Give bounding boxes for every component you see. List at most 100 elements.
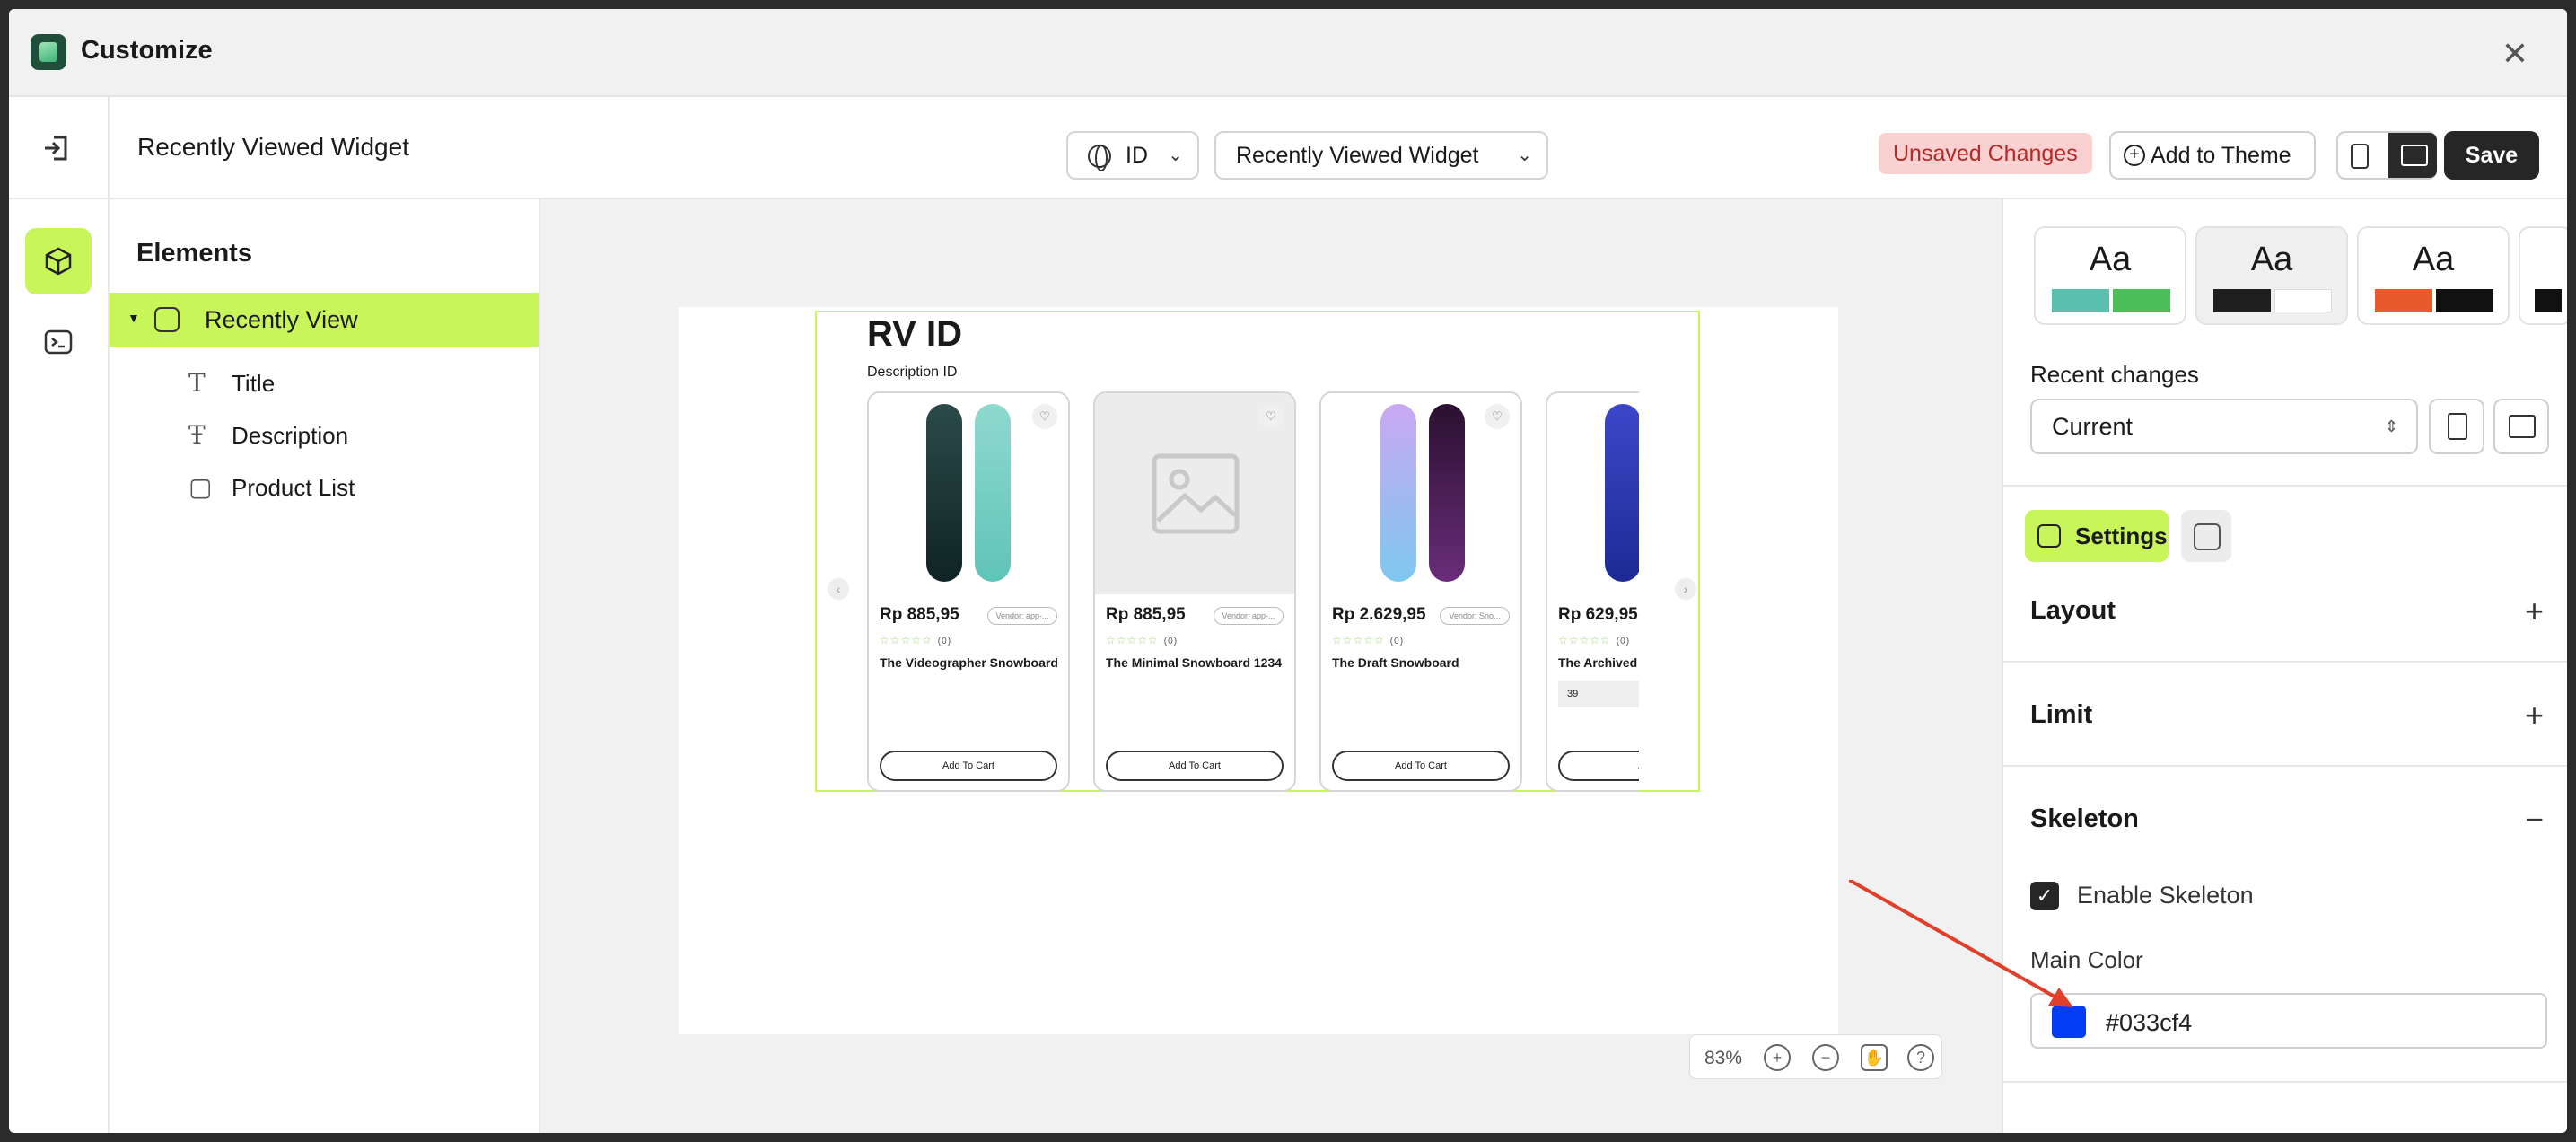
text-icon: T bbox=[188, 368, 206, 398]
tree-item-label: Recently View bbox=[205, 306, 358, 333]
plus-icon[interactable]: + bbox=[2525, 697, 2544, 734]
recent-changes-select[interactable]: Current ⇕ bbox=[2030, 399, 2418, 454]
rating-count: (0) bbox=[937, 637, 952, 646]
zoom-out-icon[interactable]: − bbox=[1812, 1044, 1839, 1071]
chevron-down-icon: ⌄ bbox=[1168, 145, 1183, 165]
main-color-field[interactable]: #033cf4 bbox=[2030, 993, 2547, 1049]
device-toggle bbox=[2336, 131, 2437, 180]
add-to-cart-button[interactable]: Add To Cart bbox=[880, 751, 1057, 781]
divider bbox=[2003, 765, 2567, 767]
paragraph-icon: Ŧ bbox=[188, 420, 206, 450]
exit-icon[interactable] bbox=[41, 133, 72, 163]
tree-item-label: Title bbox=[232, 370, 276, 397]
section-title: Layout bbox=[2030, 596, 2116, 625]
product-card[interactable]: ♡ Rp 2.629,95 Vendor: Sno... ☆☆☆☆☆ (0) Th… bbox=[1319, 391, 1522, 792]
tree-item-recently-view[interactable]: ▼ Recently View bbox=[110, 293, 539, 347]
code-tab[interactable] bbox=[25, 309, 92, 375]
translate-tab-icon[interactable] bbox=[2181, 510, 2231, 562]
updown-chevron-icon: ⇕ bbox=[2384, 417, 2398, 435]
tree-item-description[interactable]: Ŧ Description bbox=[110, 409, 539, 460]
zoom-in-icon[interactable]: + bbox=[1764, 1044, 1791, 1071]
main-color-value[interactable]: #033cf4 bbox=[2106, 1009, 2192, 1037]
star-rating: ☆☆☆☆☆ (0) bbox=[1558, 634, 1631, 646]
help-icon[interactable]: ? bbox=[1907, 1044, 1934, 1071]
wishlist-heart-icon[interactable]: ♡ bbox=[1032, 404, 1057, 429]
save-button[interactable]: Save bbox=[2444, 131, 2539, 180]
add-to-theme-button[interactable]: + Add to Theme bbox=[2109, 131, 2316, 180]
rail-header bbox=[9, 97, 110, 199]
upload-box-icon bbox=[2509, 415, 2536, 438]
section-skeleton[interactable]: Skeleton − bbox=[2030, 801, 2551, 838]
language-select[interactable]: ID ⌄ bbox=[1066, 131, 1199, 180]
preview-frame: RV ID Description ID ‹ › ♡ Rp 885,95 Ven… bbox=[679, 307, 1838, 1034]
product-name[interactable]: The Videographer Snowboard bbox=[880, 655, 1059, 671]
theme-preset[interactable]: Aa bbox=[2195, 226, 2348, 325]
product-price: Rp 885,95 bbox=[880, 605, 959, 624]
widget-title: RV ID bbox=[867, 314, 962, 354]
terminal-icon bbox=[44, 329, 73, 355]
annotation-arrow bbox=[1849, 880, 2073, 1007]
recent-changes-value: Current bbox=[2052, 413, 2134, 440]
theme-sample: Aa bbox=[2412, 241, 2455, 278]
snowboard-image bbox=[975, 404, 1011, 582]
theme-swatch bbox=[2052, 289, 2109, 312]
template-value: Recently Viewed Widget bbox=[1236, 143, 1479, 168]
export-button[interactable] bbox=[2493, 399, 2549, 454]
carousel-next-icon[interactable]: › bbox=[1675, 578, 1696, 600]
section-limit[interactable]: Limit + bbox=[2030, 697, 2551, 734]
elements-tab[interactable] bbox=[25, 228, 92, 294]
divider bbox=[2003, 1081, 2567, 1083]
star-rating: ☆☆☆☆☆ (0) bbox=[1332, 634, 1405, 646]
product-card[interactable]: ♡ Rp 885,95 Vendor: app-... ☆☆☆☆☆ (0) The… bbox=[867, 391, 1070, 792]
product-name[interactable]: The Archived S bbox=[1558, 655, 1639, 671]
template-select[interactable]: Recently Viewed Widget ⌄ bbox=[1214, 131, 1548, 180]
wishlist-heart-icon[interactable]: ♡ bbox=[1485, 404, 1510, 429]
mobile-view-icon[interactable] bbox=[2351, 144, 2369, 169]
product-name[interactable]: The Draft Snowboard bbox=[1332, 655, 1511, 671]
zoom-toolbar: 83% + − ✋ ? bbox=[1689, 1034, 1942, 1079]
section-layout[interactable]: Layout + bbox=[2030, 593, 2551, 629]
settings-tab[interactable]: Settings bbox=[2025, 510, 2169, 562]
left-rail bbox=[9, 199, 110, 1133]
snowboard-image bbox=[1429, 404, 1465, 582]
caret-down-icon[interactable]: ▼ bbox=[127, 311, 140, 325]
tree-item-product-list[interactable]: ▢ Product List bbox=[110, 461, 539, 512]
desktop-view-icon[interactable] bbox=[2388, 133, 2437, 178]
product-card[interactable]: ♡ Rp 885,95 Vendor: app-... ☆☆☆☆☆ (0) The… bbox=[1093, 391, 1296, 792]
theme-preset[interactable]: Aa bbox=[2034, 226, 2186, 325]
product-name[interactable]: The Minimal Snowboard 1234 bbox=[1106, 655, 1285, 671]
theme-swatch bbox=[2274, 289, 2332, 312]
product-carousel: ♡ Rp 885,95 Vendor: app-... ☆☆☆☆☆ (0) The… bbox=[867, 391, 1639, 792]
box-icon: ▢ bbox=[188, 472, 213, 502]
add-to-cart-button[interactable]: Add To Cart bbox=[1106, 751, 1284, 781]
tree-item-label: Product List bbox=[232, 474, 355, 501]
carousel-prev-icon[interactable]: ‹ bbox=[828, 578, 849, 600]
add-to-theme-label: Add to Theme bbox=[2151, 143, 2291, 168]
theme-swatch bbox=[2436, 289, 2493, 312]
top-toolbar: Recently Viewed Widget ID ⌄ Recently Vie… bbox=[9, 97, 2567, 199]
add-to-cart-button[interactable]: Add bbox=[1558, 751, 1639, 781]
product-price: Rp 2.629,95 bbox=[1332, 605, 1426, 624]
minus-icon[interactable]: − bbox=[2525, 801, 2544, 839]
quantity-field[interactable]: 39 bbox=[1558, 681, 1639, 707]
close-icon[interactable]: ✕ bbox=[2497, 36, 2533, 72]
plus-icon[interactable]: + bbox=[2525, 593, 2544, 630]
star-rating: ☆☆☆☆☆ (0) bbox=[1106, 634, 1178, 646]
vendor-badge: Vendor: Sno... bbox=[1440, 607, 1510, 625]
unsaved-changes-badge: Unsaved Changes bbox=[1879, 133, 2092, 174]
image-placeholder-icon bbox=[1152, 453, 1240, 534]
import-button[interactable] bbox=[2429, 399, 2484, 454]
file-import-icon bbox=[2448, 413, 2467, 440]
theme-preset[interactable] bbox=[2519, 226, 2567, 325]
section-title: Skeleton bbox=[2030, 804, 2139, 833]
wishlist-heart-icon[interactable]: ♡ bbox=[1258, 404, 1284, 429]
elements-panel: Elements ▼ Recently View T Title Ŧ Descr… bbox=[110, 199, 540, 1133]
theme-preset[interactable]: Aa bbox=[2357, 226, 2510, 325]
rating-count: (0) bbox=[1389, 637, 1405, 646]
widget-icon bbox=[154, 307, 180, 332]
product-card[interactable]: Rp 629,95 ☆☆☆☆☆(0) The Archived S 39 Add bbox=[1546, 391, 1639, 792]
hand-icon[interactable]: ✋ bbox=[1861, 1044, 1888, 1071]
section-title: Limit bbox=[2030, 700, 2093, 729]
add-to-cart-button[interactable]: Add To Cart bbox=[1332, 751, 1510, 781]
tree-item-title[interactable]: T Title bbox=[110, 357, 539, 408]
